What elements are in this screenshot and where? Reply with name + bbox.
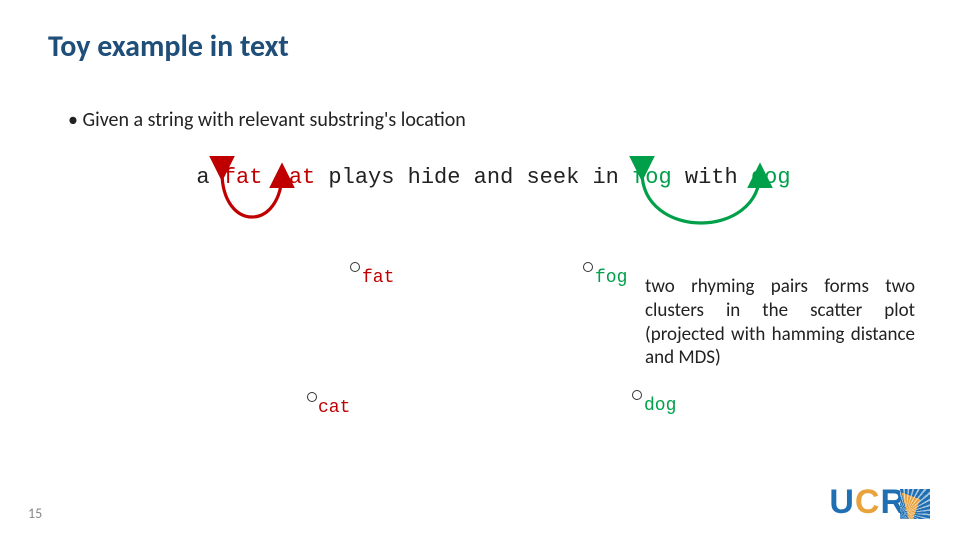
word-cat: cat [276, 165, 316, 190]
scatter-point-fat [350, 262, 360, 272]
word-fog: fog [632, 165, 672, 190]
scatter-label-dog: dog [644, 396, 676, 416]
scatter-point-dog [632, 390, 642, 400]
scatter-point-cat [307, 392, 317, 402]
scatter-label-cat: cat [318, 398, 350, 418]
logo-sunburst-icon [900, 489, 930, 519]
logo-letter-u: U [829, 483, 853, 522]
scatter-caption: two rhyming pairs forms two clusters in … [645, 275, 915, 370]
space-1 [262, 165, 275, 190]
connector-arrows [0, 0, 960, 540]
word-dog: dog [751, 165, 791, 190]
ucr-logo: U C R [829, 483, 930, 522]
slide-title: Toy example in text [48, 28, 289, 65]
logo-letter-c: C [855, 483, 879, 522]
scatter-point-fog [583, 262, 593, 272]
word-fat: fat [223, 165, 263, 190]
words-with: with [672, 165, 751, 190]
words-mid: plays hide and seek in [315, 165, 632, 190]
bullet-text: Given a string with relevant substring's… [68, 108, 466, 132]
word-a: a [196, 165, 222, 190]
scatter-label-fat: fat [362, 268, 394, 288]
page-number: 15 [28, 505, 42, 522]
example-sentence: a fat cat plays hide and seek in fog wit… [170, 140, 791, 190]
scatter-label-fog: fog [595, 268, 627, 288]
